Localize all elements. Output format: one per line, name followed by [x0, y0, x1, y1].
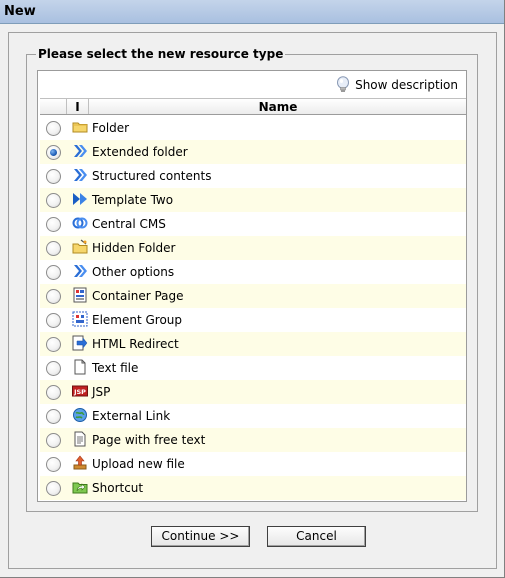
header-select-column: [40, 99, 67, 114]
list-item[interactable]: Element Group: [40, 308, 466, 332]
resource-type-label: Container Page: [92, 289, 184, 303]
resource-type-radio[interactable]: [46, 169, 61, 184]
fast-forward-icon: [72, 191, 88, 207]
resource-type-label: Structured contents: [92, 169, 212, 183]
list-item[interactable]: HTML Redirect: [40, 332, 466, 356]
list-item[interactable]: Container Page: [40, 284, 466, 308]
resource-type-radio[interactable]: [46, 481, 61, 496]
resource-type-radio[interactable]: [46, 145, 61, 160]
hidden-folder-icon: [72, 239, 88, 255]
resource-type-radio[interactable]: [46, 409, 61, 424]
list-item[interactable]: Central CMS: [40, 212, 466, 236]
folder-icon: [72, 119, 88, 135]
resource-type-radio[interactable]: [46, 265, 61, 280]
resource-type-label: Extended folder: [92, 145, 188, 159]
resource-type-radio[interactable]: [46, 337, 61, 352]
resource-type-radio[interactable]: [46, 289, 61, 304]
resource-type-label: Element Group: [92, 313, 183, 327]
double-chevron-icon: [72, 143, 88, 159]
resource-type-radio[interactable]: [46, 121, 61, 136]
show-description-toggle[interactable]: Show description: [336, 76, 458, 94]
resource-type-radio[interactable]: [46, 433, 61, 448]
resource-type-label: JSP: [92, 385, 111, 399]
resource-type-label: Other options: [92, 265, 175, 279]
list-item[interactable]: Page with free text: [40, 428, 466, 452]
rings-icon: [72, 215, 88, 231]
header-name[interactable]: Name: [90, 99, 466, 114]
show-description-label: Show description: [355, 78, 458, 92]
resource-type-label: Hidden Folder: [92, 241, 176, 255]
resource-type-radio[interactable]: [46, 241, 61, 256]
resource-type-label: External Link: [92, 409, 171, 423]
list-item[interactable]: Other options: [40, 260, 466, 284]
resource-type-label: Upload new file: [92, 457, 185, 471]
list-item[interactable]: Text file: [40, 356, 466, 380]
list-item[interactable]: Shortcut: [40, 476, 466, 500]
container-page-icon: [72, 287, 88, 303]
list-item[interactable]: Hidden Folder: [40, 236, 466, 260]
jsp-icon: JSP: [72, 383, 88, 399]
resource-type-radio[interactable]: [46, 457, 61, 472]
list-item[interactable]: Upload new file: [40, 452, 466, 476]
list-item[interactable]: Structured contents: [40, 164, 466, 188]
resource-type-label: HTML Redirect: [92, 337, 179, 351]
resource-type-radio[interactable]: [46, 385, 61, 400]
resource-type-radio[interactable]: [46, 313, 61, 328]
upload-icon: [72, 455, 88, 471]
new-resource-dialog: New Please select the new resource type …: [0, 0, 505, 578]
double-chevron-icon: [72, 167, 88, 183]
resource-type-label: Page with free text: [92, 433, 206, 447]
resource-type-list: Folder Extended folder Structured contents…: [40, 116, 466, 500]
resource-type-label: Folder: [92, 121, 130, 135]
double-chevron-icon: [72, 263, 88, 279]
resource-type-radio[interactable]: [46, 361, 61, 376]
text-file-icon: [72, 359, 88, 375]
lightbulb-icon: [336, 76, 350, 94]
dialog-title: New: [0, 0, 504, 24]
list-item[interactable]: JSP JSP: [40, 380, 466, 404]
svg-text:JSP: JSP: [73, 388, 86, 396]
fieldset-legend: Please select the new resource type: [36, 46, 286, 62]
table-header: I Name: [40, 98, 466, 115]
resource-type-panel: Show description I Name Folder Extended f…: [37, 70, 467, 502]
element-group-icon: [72, 311, 88, 327]
header-i[interactable]: I: [67, 99, 89, 114]
resource-type-label: Template Two: [92, 193, 174, 207]
cancel-button[interactable]: Cancel: [267, 526, 366, 547]
shortcut-icon: [72, 479, 88, 495]
list-item[interactable]: Extended folder: [40, 140, 466, 164]
redirect-icon: [72, 335, 88, 351]
resource-type-radio[interactable]: [46, 217, 61, 232]
list-item[interactable]: Template Two: [40, 188, 466, 212]
free-text-page-icon: [72, 431, 88, 447]
list-item[interactable]: Folder: [40, 116, 466, 140]
resource-type-label: Shortcut: [92, 481, 144, 495]
resource-type-radio[interactable]: [46, 193, 61, 208]
external-link-icon: [72, 407, 88, 423]
continue-button[interactable]: Continue >>: [151, 526, 250, 547]
resource-type-label: Central CMS: [92, 217, 166, 231]
list-item[interactable]: External Link: [40, 404, 466, 428]
resource-type-label: Text file: [92, 361, 139, 375]
